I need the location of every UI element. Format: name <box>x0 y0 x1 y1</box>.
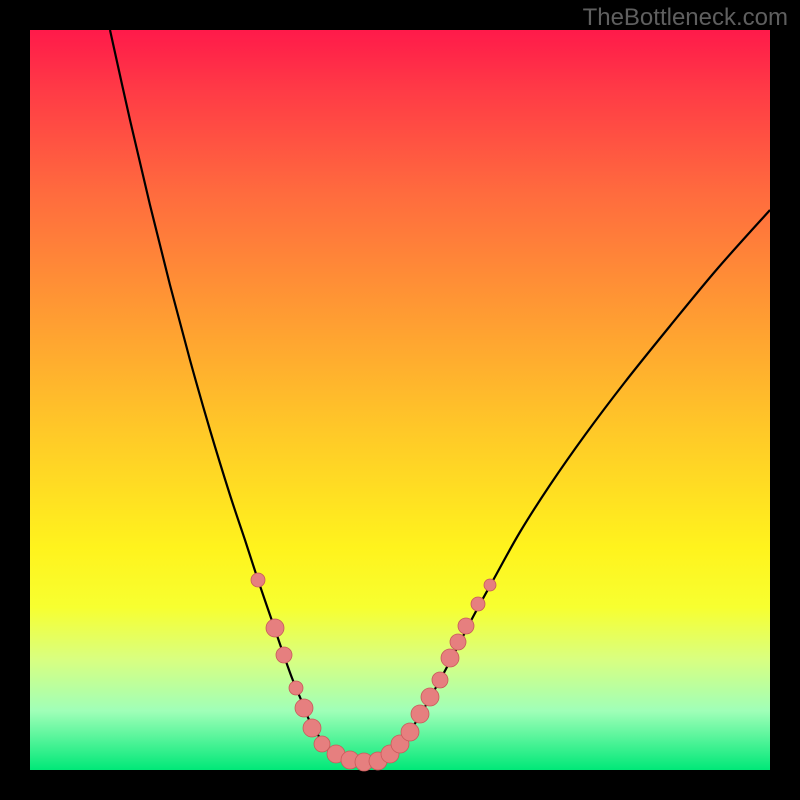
bead-marker <box>276 647 292 663</box>
bead-marker <box>484 579 496 591</box>
bead-marker <box>295 699 313 717</box>
bead-marker <box>266 619 284 637</box>
bottleneck-curve <box>110 30 770 763</box>
watermark-label: TheBottleneck.com <box>583 4 788 32</box>
bead-marker <box>432 672 448 688</box>
bead-marker <box>458 618 474 634</box>
bead-marker <box>421 688 439 706</box>
curve-svg <box>30 30 770 770</box>
outer-frame: TheBottleneck.com <box>0 0 800 800</box>
bead-marker <box>251 573 265 587</box>
bead-marker <box>471 597 485 611</box>
bead-marker <box>450 634 466 650</box>
curve-beads <box>251 573 496 771</box>
bead-marker <box>289 681 303 695</box>
bead-marker <box>303 719 321 737</box>
plot-area <box>30 30 770 770</box>
bead-marker <box>411 705 429 723</box>
bead-marker <box>401 723 419 741</box>
bead-marker <box>314 736 330 752</box>
bead-marker <box>441 649 459 667</box>
